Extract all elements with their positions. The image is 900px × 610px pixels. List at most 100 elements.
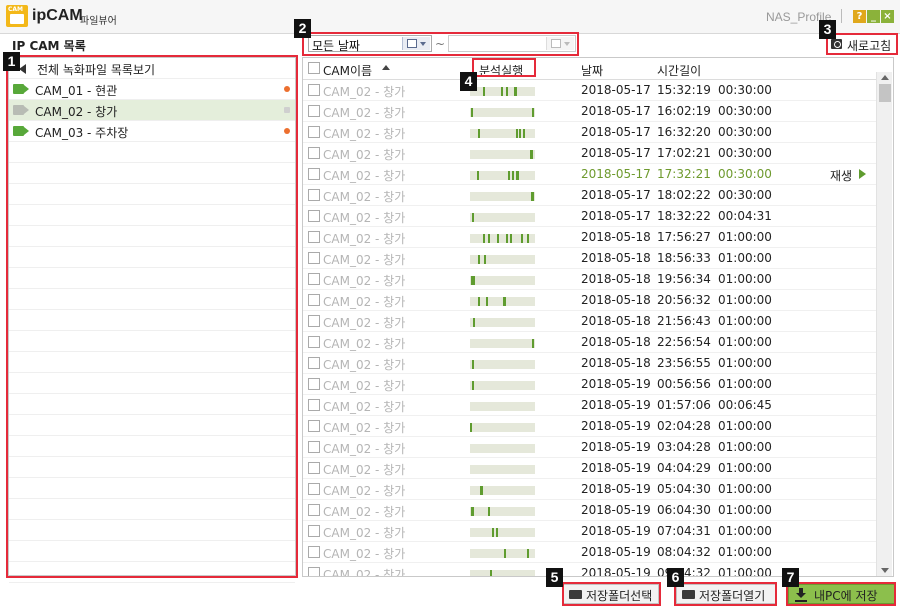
table-row[interactable]: CAM_02 - 창가 2018-05-17 18:02:22 00:30:00 <box>303 185 879 206</box>
table-row[interactable]: CAM_02 - 창가 2018-05-18 18:56:33 01:00:00 <box>303 248 879 269</box>
scroll-down-icon[interactable] <box>881 568 889 573</box>
table-row[interactable]: CAM_02 - 창가 2018-05-19 00:56:56 01:00:00 <box>303 374 879 395</box>
motion-segment <box>478 297 480 306</box>
row-checkbox[interactable] <box>308 273 320 285</box>
row-checkbox[interactable] <box>308 231 320 243</box>
camera-item-cam03[interactable]: CAM_03 - 주차장 <box>9 121 295 142</box>
table-row[interactable]: CAM_02 - 창가 2018-05-18 21:56:43 01:00:00 <box>303 311 879 332</box>
row-duration: 00:30:00 <box>718 146 772 160</box>
camera-item-cam01[interactable]: CAM_01 - 현관 <box>9 79 295 100</box>
analysis-timeline-bar[interactable] <box>470 171 535 180</box>
analysis-timeline-bar[interactable] <box>470 444 535 453</box>
row-checkbox[interactable] <box>308 399 320 411</box>
table-row[interactable]: CAM_02 - 창가 2018-05-18 17:56:27 01:00:00 <box>303 227 879 248</box>
analysis-timeline-bar[interactable] <box>470 213 535 222</box>
row-checkbox[interactable] <box>308 483 320 495</box>
close-button[interactable]: × <box>881 10 894 23</box>
table-row[interactable]: CAM_02 - 창가 2018-05-19 03:04:28 01:00:00 <box>303 437 879 458</box>
table-row[interactable]: CAM_02 - 창가 2018-05-18 22:56:54 01:00:00 <box>303 332 879 353</box>
end-date-picker[interactable] <box>448 35 576 52</box>
save-to-pc-button[interactable]: 내PC에 저장 <box>788 584 895 604</box>
analysis-timeline-bar[interactable] <box>470 465 535 474</box>
analysis-timeline-bar[interactable] <box>470 129 535 138</box>
row-checkbox[interactable] <box>308 294 320 306</box>
motion-segment <box>527 549 529 558</box>
table-row[interactable]: CAM_02 - 창가 2018-05-19 07:04:31 01:00:00 <box>303 521 879 542</box>
recording-dot-icon <box>284 128 290 134</box>
analysis-timeline-bar[interactable] <box>470 108 535 117</box>
row-checkbox[interactable] <box>308 84 320 96</box>
row-checkbox[interactable] <box>308 126 320 138</box>
row-checkbox[interactable] <box>308 252 320 264</box>
row-checkbox[interactable] <box>308 378 320 390</box>
table-row[interactable]: CAM_02 - 창가 2018-05-19 05:04:30 01:00:00 <box>303 479 879 500</box>
table-row[interactable]: CAM_02 - 창가 2018-05-17 16:02:19 00:30:00 <box>303 101 879 122</box>
analysis-timeline-bar[interactable] <box>470 402 535 411</box>
analysis-timeline-bar[interactable] <box>470 423 535 432</box>
row-date: 2018-05-19 <box>581 482 651 496</box>
table-row[interactable]: CAM_02 - 창가 2018-05-19 08:04:32 01:00:00 <box>303 542 879 563</box>
table-row[interactable]: CAM_02 - 창가 2018-05-17 18:32:22 00:04:31 <box>303 206 879 227</box>
row-checkbox[interactable] <box>308 336 320 348</box>
table-row[interactable]: CAM_02 - 창가 2018-05-19 04:04:29 01:00:00 <box>303 458 879 479</box>
row-checkbox[interactable] <box>308 462 320 474</box>
camera-list-all[interactable]: 전체 녹화파일 목록보기 <box>9 58 295 79</box>
scroll-up-icon[interactable] <box>881 75 889 80</box>
analysis-timeline-bar[interactable] <box>470 150 535 159</box>
table-row[interactable]: CAM_02 - 창가 2018-05-18 23:56:55 01:00:00 <box>303 353 879 374</box>
row-cam-name: CAM_02 - 창가 <box>323 316 406 330</box>
analysis-timeline-bar[interactable] <box>470 87 535 96</box>
table-row[interactable]: CAM_02 - 창가 2018-05-18 19:56:34 01:00:00 <box>303 269 879 290</box>
row-checkbox[interactable] <box>308 105 320 117</box>
minimize-button[interactable]: _ <box>867 10 880 23</box>
analysis-timeline-bar[interactable] <box>470 234 535 243</box>
calendar-dropdown-button[interactable] <box>402 37 430 50</box>
analysis-timeline-bar[interactable] <box>470 528 535 537</box>
start-date-picker[interactable]: 모든 날짜 <box>308 35 432 53</box>
row-checkbox[interactable] <box>308 315 320 327</box>
help-button[interactable]: ? <box>853 10 866 23</box>
row-checkbox[interactable] <box>308 504 320 516</box>
row-checkbox[interactable] <box>308 567 320 576</box>
row-checkbox[interactable] <box>308 525 320 537</box>
table-row[interactable]: CAM_02 - 창가 2018-05-17 15:32:19 00:30:00 <box>303 80 879 101</box>
row-checkbox[interactable] <box>308 546 320 558</box>
open-save-folder-button[interactable]: 저장폴더열기 <box>676 584 776 604</box>
motion-segment <box>484 255 486 264</box>
header-cam-name[interactable]: CAM이름 <box>323 62 372 79</box>
row-checkbox[interactable] <box>308 168 320 180</box>
table-row[interactable]: CAM_02 - 창가 2018-05-19 02:04:28 01:00:00 <box>303 416 879 437</box>
analysis-timeline-bar[interactable] <box>470 255 535 264</box>
analysis-timeline-bar[interactable] <box>470 276 535 285</box>
header-analysis[interactable]: 분석실행 <box>479 62 523 79</box>
analysis-timeline-bar[interactable] <box>470 297 535 306</box>
play-button[interactable]: 재생 <box>830 167 866 184</box>
analysis-timeline-bar[interactable] <box>470 507 535 516</box>
row-checkbox[interactable] <box>308 147 320 159</box>
row-duration: 01:00:00 <box>718 440 772 454</box>
analysis-timeline-bar[interactable] <box>470 318 535 327</box>
table-row[interactable]: CAM_02 - 창가 2018-05-19 01:57:06 00:06:45 <box>303 395 879 416</box>
vertical-scrollbar[interactable] <box>876 72 892 576</box>
select-all-checkbox[interactable] <box>308 62 320 74</box>
row-checkbox[interactable] <box>308 357 320 369</box>
table-row[interactable]: CAM_02 - 창가 2018-05-19 06:04:30 01:00:00 <box>303 500 879 521</box>
table-row[interactable]: CAM_02 - 창가 2018-05-18 20:56:32 01:00:00 <box>303 290 879 311</box>
select-save-folder-button[interactable]: 저장폴더선택 <box>563 584 659 604</box>
scroll-thumb[interactable] <box>879 84 891 102</box>
row-checkbox[interactable] <box>308 189 320 201</box>
analysis-timeline-bar[interactable] <box>470 339 535 348</box>
camera-item-cam02[interactable]: CAM_02 - 창가 <box>9 100 295 121</box>
row-checkbox[interactable] <box>308 441 320 453</box>
analysis-timeline-bar[interactable] <box>470 549 535 558</box>
analysis-timeline-bar[interactable] <box>470 192 535 201</box>
analysis-timeline-bar[interactable] <box>470 570 535 576</box>
row-checkbox[interactable] <box>308 420 320 432</box>
table-row[interactable]: CAM_02 - 창가 2018-05-17 17:02:21 00:30:00 <box>303 143 879 164</box>
table-row[interactable]: CAM_02 - 창가 2018-05-17 17:32:21 00:30:00 재생 <box>303 164 879 185</box>
analysis-timeline-bar[interactable] <box>470 486 535 495</box>
analysis-timeline-bar[interactable] <box>470 381 535 390</box>
analysis-timeline-bar[interactable] <box>470 360 535 369</box>
table-row[interactable]: CAM_02 - 창가 2018-05-17 16:32:20 00:30:00 <box>303 122 879 143</box>
row-checkbox[interactable] <box>308 210 320 222</box>
